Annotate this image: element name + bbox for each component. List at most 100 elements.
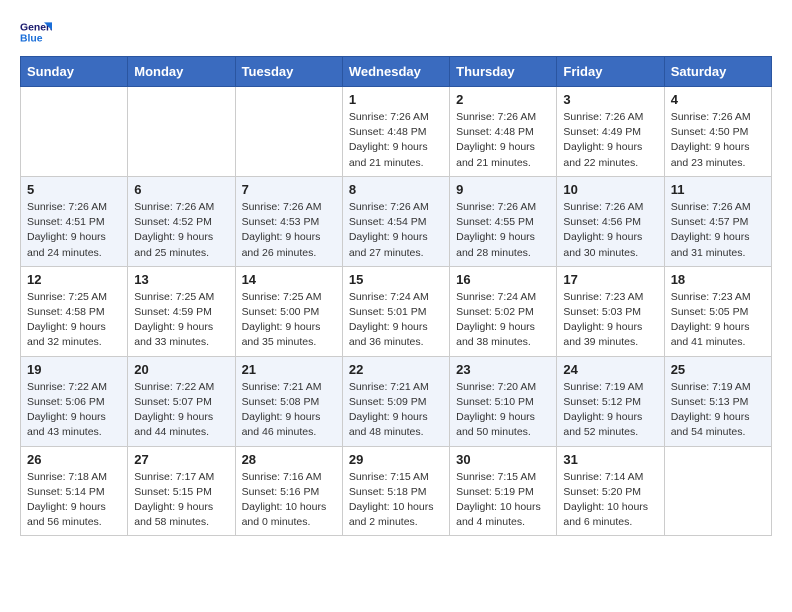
day-number: 22 [349, 362, 443, 377]
calendar-cell: 26 Sunrise: 7:18 AMSunset: 5:14 PMDayligh… [21, 446, 128, 536]
day-info: Sunrise: 7:26 AMSunset: 4:52 PMDaylight:… [134, 200, 228, 261]
weekday-header-saturday: Saturday [664, 57, 771, 87]
calendar-cell: 21 Sunrise: 7:21 AMSunset: 5:08 PMDayligh… [235, 356, 342, 446]
day-number: 4 [671, 92, 765, 107]
day-info: Sunrise: 7:19 AMSunset: 5:13 PMDaylight:… [671, 380, 765, 441]
day-number: 8 [349, 182, 443, 197]
day-number: 14 [242, 272, 336, 287]
calendar-cell: 19 Sunrise: 7:22 AMSunset: 5:06 PMDayligh… [21, 356, 128, 446]
day-info: Sunrise: 7:22 AMSunset: 5:07 PMDaylight:… [134, 380, 228, 441]
calendar-cell: 18 Sunrise: 7:23 AMSunset: 5:05 PMDayligh… [664, 266, 771, 356]
calendar-cell: 1 Sunrise: 7:26 AMSunset: 4:48 PMDaylight… [342, 87, 449, 177]
day-number: 7 [242, 182, 336, 197]
day-info: Sunrise: 7:15 AMSunset: 5:19 PMDaylight:… [456, 470, 550, 531]
day-number: 16 [456, 272, 550, 287]
day-info: Sunrise: 7:26 AMSunset: 4:50 PMDaylight:… [671, 110, 765, 171]
calendar-cell: 29 Sunrise: 7:15 AMSunset: 5:18 PMDayligh… [342, 446, 449, 536]
calendar-cell: 28 Sunrise: 7:16 AMSunset: 5:16 PMDayligh… [235, 446, 342, 536]
day-info: Sunrise: 7:26 AMSunset: 4:57 PMDaylight:… [671, 200, 765, 261]
day-info: Sunrise: 7:16 AMSunset: 5:16 PMDaylight:… [242, 470, 336, 531]
calendar-cell: 3 Sunrise: 7:26 AMSunset: 4:49 PMDaylight… [557, 87, 664, 177]
day-info: Sunrise: 7:23 AMSunset: 5:05 PMDaylight:… [671, 290, 765, 351]
calendar-week-row: 12 Sunrise: 7:25 AMSunset: 4:58 PMDayligh… [21, 266, 772, 356]
day-info: Sunrise: 7:26 AMSunset: 4:48 PMDaylight:… [349, 110, 443, 171]
weekday-header-sunday: Sunday [21, 57, 128, 87]
calendar-cell: 11Sunrise: 7:26 AMSunset: 4:57 PMDayligh… [664, 176, 771, 266]
calendar-header-row: SundayMondayTuesdayWednesdayThursdayFrid… [21, 57, 772, 87]
weekday-header-thursday: Thursday [450, 57, 557, 87]
calendar-cell: 15Sunrise: 7:24 AMSunset: 5:01 PMDayligh… [342, 266, 449, 356]
weekday-header-monday: Monday [128, 57, 235, 87]
svg-text:Blue: Blue [20, 34, 43, 45]
calendar-cell: 24 Sunrise: 7:19 AMSunset: 5:12 PMDayligh… [557, 356, 664, 446]
day-number: 21 [242, 362, 336, 377]
calendar-table: SundayMondayTuesdayWednesdayThursdayFrid… [20, 56, 772, 536]
page: General Blue SundayMondayTuesdayWednesda… [0, 0, 792, 552]
calendar-cell: 22Sunrise: 7:21 AMSunset: 5:09 PMDayligh… [342, 356, 449, 446]
day-info: Sunrise: 7:26 AMSunset: 4:55 PMDaylight:… [456, 200, 550, 261]
day-number: 20 [134, 362, 228, 377]
day-number: 9 [456, 182, 550, 197]
day-info: Sunrise: 7:14 AMSunset: 5:20 PMDaylight:… [563, 470, 657, 531]
calendar-cell: 8 Sunrise: 7:26 AMSunset: 4:54 PMDaylight… [342, 176, 449, 266]
weekday-header-tuesday: Tuesday [235, 57, 342, 87]
day-info: Sunrise: 7:25 AMSunset: 4:58 PMDaylight:… [27, 290, 121, 351]
calendar-cell: 20 Sunrise: 7:22 AMSunset: 5:07 PMDayligh… [128, 356, 235, 446]
calendar-cell [664, 446, 771, 536]
day-number: 2 [456, 92, 550, 107]
day-number: 30 [456, 452, 550, 467]
day-number: 24 [563, 362, 657, 377]
weekday-header-wednesday: Wednesday [342, 57, 449, 87]
day-info: Sunrise: 7:25 AMSunset: 4:59 PMDaylight:… [134, 290, 228, 351]
calendar-week-row: 19 Sunrise: 7:22 AMSunset: 5:06 PMDayligh… [21, 356, 772, 446]
calendar-cell: 16 Sunrise: 7:24 AMSunset: 5:02 PMDayligh… [450, 266, 557, 356]
day-info: Sunrise: 7:18 AMSunset: 5:14 PMDaylight:… [27, 470, 121, 531]
day-number: 12 [27, 272, 121, 287]
calendar-cell: 14 Sunrise: 7:25 AMSunset: 5:00 PMDayligh… [235, 266, 342, 356]
day-number: 13 [134, 272, 228, 287]
header: General Blue [20, 16, 772, 48]
day-number: 17 [563, 272, 657, 287]
day-number: 15 [349, 272, 443, 287]
calendar-week-row: 1 Sunrise: 7:26 AMSunset: 4:48 PMDaylight… [21, 87, 772, 177]
day-number: 28 [242, 452, 336, 467]
calendar-cell: 30 Sunrise: 7:15 AMSunset: 5:19 PMDayligh… [450, 446, 557, 536]
weekday-header-friday: Friday [557, 57, 664, 87]
day-info: Sunrise: 7:19 AMSunset: 5:12 PMDaylight:… [563, 380, 657, 441]
calendar-week-row: 26 Sunrise: 7:18 AMSunset: 5:14 PMDayligh… [21, 446, 772, 536]
calendar-cell: 17 Sunrise: 7:23 AMSunset: 5:03 PMDayligh… [557, 266, 664, 356]
logo: General Blue [20, 16, 56, 48]
calendar-cell [235, 87, 342, 177]
day-info: Sunrise: 7:23 AMSunset: 5:03 PMDaylight:… [563, 290, 657, 351]
calendar-cell: 31 Sunrise: 7:14 AMSunset: 5:20 PMDayligh… [557, 446, 664, 536]
day-number: 31 [563, 452, 657, 467]
day-number: 29 [349, 452, 443, 467]
day-info: Sunrise: 7:26 AMSunset: 4:49 PMDaylight:… [563, 110, 657, 171]
day-number: 1 [349, 92, 443, 107]
calendar-cell: 9 Sunrise: 7:26 AMSunset: 4:55 PMDaylight… [450, 176, 557, 266]
day-info: Sunrise: 7:25 AMSunset: 5:00 PMDaylight:… [242, 290, 336, 351]
calendar-cell: 7 Sunrise: 7:26 AMSunset: 4:53 PMDaylight… [235, 176, 342, 266]
day-number: 3 [563, 92, 657, 107]
day-number: 10 [563, 182, 657, 197]
day-info: Sunrise: 7:17 AMSunset: 5:15 PMDaylight:… [134, 470, 228, 531]
day-number: 26 [27, 452, 121, 467]
calendar-cell: 10Sunrise: 7:26 AMSunset: 4:56 PMDayligh… [557, 176, 664, 266]
day-info: Sunrise: 7:22 AMSunset: 5:06 PMDaylight:… [27, 380, 121, 441]
day-number: 18 [671, 272, 765, 287]
calendar-cell [21, 87, 128, 177]
calendar-cell: 13 Sunrise: 7:25 AMSunset: 4:59 PMDayligh… [128, 266, 235, 356]
day-info: Sunrise: 7:24 AMSunset: 5:02 PMDaylight:… [456, 290, 550, 351]
calendar-cell: 27Sunrise: 7:17 AMSunset: 5:15 PMDayligh… [128, 446, 235, 536]
day-info: Sunrise: 7:21 AMSunset: 5:08 PMDaylight:… [242, 380, 336, 441]
day-info: Sunrise: 7:20 AMSunset: 5:10 PMDaylight:… [456, 380, 550, 441]
day-info: Sunrise: 7:26 AMSunset: 4:54 PMDaylight:… [349, 200, 443, 261]
calendar-cell [128, 87, 235, 177]
day-info: Sunrise: 7:26 AMSunset: 4:53 PMDaylight:… [242, 200, 336, 261]
calendar-cell: 25Sunrise: 7:19 AMSunset: 5:13 PMDayligh… [664, 356, 771, 446]
day-info: Sunrise: 7:15 AMSunset: 5:18 PMDaylight:… [349, 470, 443, 531]
day-info: Sunrise: 7:26 AMSunset: 4:51 PMDaylight:… [27, 200, 121, 261]
calendar-cell: 2Sunrise: 7:26 AMSunset: 4:48 PMDaylight… [450, 87, 557, 177]
day-number: 19 [27, 362, 121, 377]
logo-icon: General Blue [20, 16, 52, 48]
